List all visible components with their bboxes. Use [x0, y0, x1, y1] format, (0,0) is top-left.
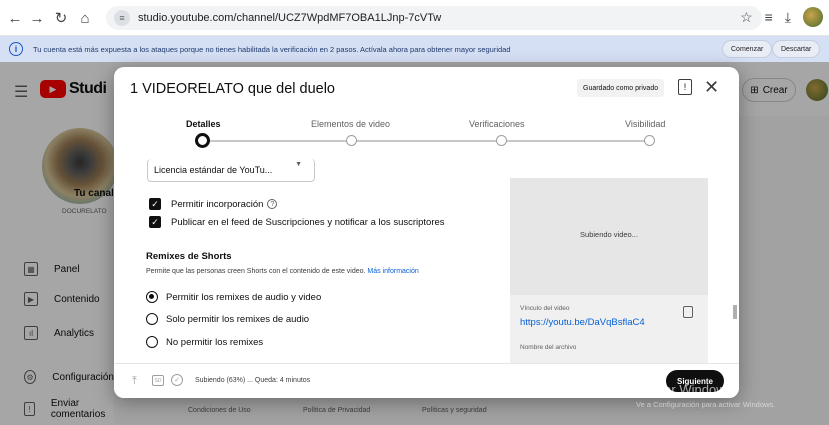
reload-icon[interactable]: ↻ [50, 7, 72, 29]
publish-feed-row[interactable]: ✓ Publicar en el feed de Suscripciones y… [149, 216, 445, 228]
upload-status: Subiendo (63%) ... Queda: 4 minutos [195, 377, 311, 384]
shorts-remix-description: Permite que las personas creen Shorts co… [146, 268, 419, 275]
step-checks[interactable]: Verificaciones [469, 119, 525, 129]
shorts-remix-title: Remixes de Shorts [146, 251, 232, 262]
more-info-link[interactable]: Más información [367, 268, 418, 275]
license-select[interactable]: Licencia estándar de YouTu... ▼ [147, 159, 315, 182]
check-circle-icon: ✓ [171, 374, 183, 386]
info-icon: i [9, 42, 23, 56]
reading-list-icon[interactable]: ≡ [765, 9, 773, 25]
allow-embedding-label: Permitir incorporación [171, 198, 264, 210]
step-dot-checks [496, 135, 507, 146]
stepper-line [202, 140, 652, 142]
upload-preview-status: Subiendo video... [580, 230, 638, 239]
scrollbar[interactable] [733, 305, 737, 319]
step-details[interactable]: Detalles [186, 119, 221, 129]
remix-option-audio-only[interactable]: Solo permitir los remixes de audio [146, 313, 309, 325]
help-icon[interactable]: ? [267, 199, 278, 209]
remix-option-none[interactable]: No permitir los remixes [146, 336, 263, 348]
step-dot-visibility [644, 135, 655, 146]
video-info-panel: Vínculo del video https://youtu.be/DaVqB… [510, 295, 708, 365]
remix-radio-audio-video[interactable] [146, 291, 158, 303]
bookmark-star-icon[interactable]: ☆ [740, 9, 753, 26]
windows-activation-hint: Ve a Configuración para activar Windows. [636, 400, 776, 409]
filename-label: Nombre del archivo [520, 344, 577, 351]
publish-feed-label: Publicar en el feed de Suscripciones y n… [171, 216, 445, 228]
url-text: studio.youtube.com/channel/UCZ7WpdMF7OBA… [138, 12, 442, 24]
allow-embedding-checkbox[interactable]: ✓ [149, 198, 161, 210]
download-icon[interactable]: ⤓ [785, 9, 791, 26]
forward-icon[interactable]: → [26, 7, 48, 29]
step-visibility[interactable]: Visibilidad [625, 119, 665, 129]
saved-private-badge: Guardado como privado [577, 79, 665, 97]
step-video-elements[interactable]: Elementos de video [311, 119, 390, 129]
copy-icon[interactable] [683, 306, 693, 318]
site-settings-icon[interactable]: ≡ [114, 10, 130, 26]
address-bar[interactable]: ≡ studio.youtube.com/channel/UCZ7WpdMF7O… [106, 6, 762, 30]
report-icon[interactable]: ! [678, 79, 692, 95]
remix-option-label: Permitir los remixes de audio y video [166, 291, 322, 303]
windows-activation-watermark: Activar Windows [636, 382, 733, 397]
browser-actions: ☆ ≡ ⤓ [740, 7, 823, 27]
remix-radio-audio-only[interactable] [146, 313, 158, 325]
browser-toolbar: ← → ↻ ⌂ ≡ studio.youtube.com/channel/UCZ… [0, 0, 829, 36]
banner-start-button[interactable]: Comenzar [722, 40, 773, 58]
license-value: Licencia estándar de YouTu... [154, 165, 273, 175]
security-banner: i Tu cuenta está más expuesta a los ataq… [0, 36, 829, 62]
allow-embedding-row[interactable]: ✓ Permitir incorporación ? [149, 198, 278, 210]
close-icon[interactable]: ✕ [704, 77, 719, 98]
upload-details-dialog: 1 VIDEORELATO que del duelo Guardado com… [114, 67, 739, 398]
remix-option-audio-video[interactable]: Permitir los remixes de audio y video [146, 291, 321, 303]
remix-option-label: Solo permitir los remixes de audio [166, 313, 310, 325]
step-dot-video-elements [346, 135, 357, 146]
remix-radio-none[interactable] [146, 336, 158, 348]
video-link[interactable]: https://youtu.be/DaVqBsflaC4 [520, 317, 645, 328]
upload-icon: ⤒ [132, 375, 137, 387]
step-dot-details [195, 133, 210, 148]
remix-option-label: No permitir los remixes [166, 336, 264, 348]
home-icon[interactable]: ⌂ [74, 7, 96, 29]
video-preview: Subiendo video... [510, 178, 708, 295]
dialog-title: 1 VIDEORELATO que del duelo [130, 81, 335, 97]
banner-message: Tu cuenta está más expuesta a los ataque… [33, 44, 511, 54]
back-icon[interactable]: ← [4, 7, 26, 29]
sd-badge: SD [152, 375, 164, 386]
publish-feed-checkbox[interactable]: ✓ [149, 216, 161, 228]
profile-avatar[interactable] [803, 7, 823, 27]
video-link-label: Vínculo del video [520, 305, 570, 312]
banner-dismiss-button[interactable]: Descartar [772, 40, 821, 58]
chevron-down-icon: ▼ [295, 161, 302, 168]
remix-description-text: Permite que las personas creen Shorts co… [146, 268, 366, 275]
